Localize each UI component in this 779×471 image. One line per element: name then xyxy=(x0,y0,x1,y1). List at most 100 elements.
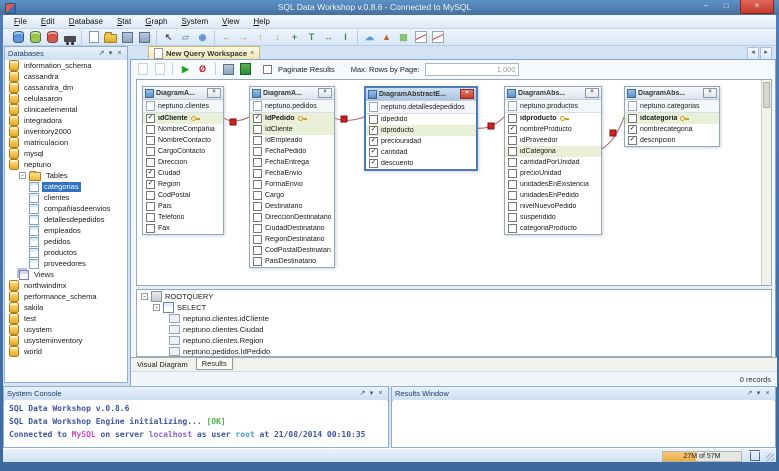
tree-item-productos[interactable]: productos xyxy=(5,247,127,258)
field-checkbox[interactable] xyxy=(508,202,517,211)
field-checkbox[interactable] xyxy=(146,213,155,222)
tree-item-celulasaron[interactable]: celulasaron xyxy=(5,93,127,104)
query-node-rootquery[interactable]: -ROOTQUERY xyxy=(137,291,771,302)
field-checkbox[interactable] xyxy=(253,158,262,167)
tree-item-usystem[interactable]: usystem xyxy=(5,324,127,335)
field-checkbox[interactable] xyxy=(253,125,262,134)
field-checkbox[interactable]: ✓ xyxy=(628,125,637,134)
float-results-icon[interactable]: ↗ xyxy=(745,388,754,399)
field-checkbox[interactable] xyxy=(253,136,262,145)
tree-item-pedidos[interactable]: pedidos xyxy=(5,236,127,247)
tree-item-integradora[interactable]: integradora xyxy=(5,115,127,126)
table-window-detallesdepedidos[interactable]: DiagramAbstractE...×neptuno.detallesdepe… xyxy=(364,86,478,171)
field-checkbox[interactable] xyxy=(253,213,262,222)
maximize-button[interactable]: □ xyxy=(717,0,735,13)
field-row-cantidad[interactable]: ✓cantidad xyxy=(366,147,476,158)
table-window-close-button[interactable]: × xyxy=(318,88,332,98)
field-checkbox[interactable]: ✓ xyxy=(369,148,378,157)
field-row-categoriaproducto[interactable]: categoriaProducto xyxy=(505,223,601,234)
menu-item-graph[interactable]: Graph xyxy=(138,15,174,28)
field-checkbox[interactable] xyxy=(253,180,262,189)
table-window-productos[interactable]: DiagramAbs...×neptuno.productosidproduct… xyxy=(504,86,602,235)
match-height-icon[interactable]: I xyxy=(338,30,353,44)
menu-item-database[interactable]: Database xyxy=(62,15,110,28)
field-row-fechapedido[interactable]: FechaPedido xyxy=(250,146,334,157)
tree-item-northwindmx[interactable]: northwindmx xyxy=(5,280,127,291)
field-checkbox[interactable] xyxy=(146,191,155,200)
align-left-icon[interactable]: ← xyxy=(219,30,234,44)
tree-item-proveedores[interactable]: proveedores xyxy=(5,258,127,269)
field-checkbox[interactable] xyxy=(146,202,155,211)
tree-item-sakila[interactable]: sakila xyxy=(5,302,127,313)
tree-item-tables[interactable]: -Tables xyxy=(5,170,127,181)
float-console-icon[interactable]: ↗ xyxy=(358,388,367,399)
center-vertical-icon[interactable]: T xyxy=(304,30,319,44)
field-row-idcliente[interactable]: IdCliente xyxy=(250,124,334,135)
scrollbar-thumb[interactable] xyxy=(763,82,770,108)
table-window-close-button[interactable]: × xyxy=(207,88,221,98)
pin-console-icon[interactable]: ▾ xyxy=(367,388,376,399)
table-window-titlebar[interactable]: DiagramAbs...× xyxy=(625,87,719,100)
field-row-idempleado[interactable]: IdEmpleado xyxy=(250,135,334,146)
relationship-node-4[interactable] xyxy=(610,130,616,136)
match-width-icon[interactable]: ↔ xyxy=(321,30,336,44)
field-checkbox[interactable] xyxy=(253,224,262,233)
cloud-export-icon[interactable]: ☁ xyxy=(362,30,377,44)
tab-results[interactable]: Results xyxy=(196,357,233,370)
engine-truck-icon[interactable] xyxy=(62,30,77,44)
minimize-button[interactable]: – xyxy=(697,0,715,13)
field-row-ciudaddestinatario[interactable]: CiudadDestinatario xyxy=(250,223,334,234)
table-window-titlebar[interactable]: DiagramAbs...× xyxy=(505,87,601,100)
tree-item-inventory2000[interactable]: inventory2000 xyxy=(5,126,127,137)
field-row-ciudad[interactable]: ✓Ciudad xyxy=(143,168,223,179)
align-bottom-icon[interactable]: ↓ xyxy=(270,30,285,44)
field-checkbox[interactable] xyxy=(253,169,262,178)
visual-diagram-canvas[interactable]: DiagramA...×neptuno.clientes✓idClienteNo… xyxy=(136,79,772,286)
tree-item-clinicaelemental[interactable]: clinicaelemental xyxy=(5,104,127,115)
field-checkbox[interactable] xyxy=(508,158,517,167)
query-column[interactable]: neptuno.pedidos.IdPedido xyxy=(137,346,771,357)
max-rows-input[interactable] xyxy=(425,63,519,76)
tree-item-detallesdepedidos[interactable]: detallesdepedidos xyxy=(5,214,127,225)
field-checkbox[interactable] xyxy=(146,224,155,233)
tree-expander-icon[interactable]: - xyxy=(153,304,160,311)
query-node-select[interactable]: -SELECT xyxy=(137,302,771,313)
save-icon[interactable] xyxy=(120,30,135,44)
db-connect-icon[interactable] xyxy=(11,30,26,44)
pointer-tool-icon[interactable]: ↖ xyxy=(161,30,176,44)
field-checkbox[interactable] xyxy=(508,169,517,178)
tree-item-usysteminventory[interactable]: usysteminventory xyxy=(5,335,127,346)
field-checkbox[interactable]: ✓ xyxy=(253,114,262,123)
table-window-titlebar[interactable]: DiagramA...× xyxy=(143,87,223,100)
align-top-icon[interactable]: ↑ xyxy=(253,30,268,44)
tree-item-neptuno[interactable]: neptuno xyxy=(5,159,127,170)
field-checkbox[interactable]: ✓ xyxy=(146,169,155,178)
new-file-icon[interactable] xyxy=(86,30,101,44)
tree-item-performance-schema[interactable]: performance_schema xyxy=(5,291,127,302)
table-window-pedidos[interactable]: DiagramA...×neptuno.pedidos✓IdPedidoIdCl… xyxy=(249,86,335,268)
run-query-button[interactable]: ▶ xyxy=(178,62,193,76)
field-checkbox[interactable]: ✓ xyxy=(146,180,155,189)
field-row-nivelnuevopedido[interactable]: nivelNuevoPedido xyxy=(505,201,601,212)
image-export-icon[interactable]: ▦ xyxy=(396,30,411,44)
field-row-region[interactable]: ✓Region xyxy=(143,179,223,190)
save-all-icon[interactable] xyxy=(137,30,152,44)
field-row-fechaenvio[interactable]: FechaEnvio xyxy=(250,168,334,179)
field-row-formaenvio[interactable]: FormaEnvio xyxy=(250,179,334,190)
field-row-unidadesenpedido[interactable]: unidadesEnPedido xyxy=(505,190,601,201)
query-column[interactable]: neptuno.clientes.Ciudad xyxy=(137,324,771,335)
table-window-titlebar[interactable]: DiagramAbstractE...× xyxy=(366,88,476,101)
table-window-close-button[interactable]: × xyxy=(585,88,599,98)
field-checkbox[interactable] xyxy=(146,136,155,145)
align-right-icon[interactable]: → xyxy=(236,30,251,44)
tree-item-matriculacion[interactable]: matriculacion xyxy=(5,137,127,148)
table-window-clientes[interactable]: DiagramA...×neptuno.clientes✓idClienteNo… xyxy=(142,86,224,235)
shape-tool-icon[interactable]: ▱ xyxy=(178,30,193,44)
field-row-fax[interactable]: Fax xyxy=(143,223,223,234)
tree-item-cassandra-dm[interactable]: cassandra_dm xyxy=(5,82,127,93)
tab-visual-diagram[interactable]: Visual Diagram xyxy=(137,360,188,369)
garbage-collect-icon[interactable] xyxy=(750,452,760,461)
field-row-preciounidad[interactable]: precioUnidad xyxy=(505,168,601,179)
field-checkbox[interactable] xyxy=(508,180,517,189)
field-checkbox[interactable] xyxy=(253,235,262,244)
